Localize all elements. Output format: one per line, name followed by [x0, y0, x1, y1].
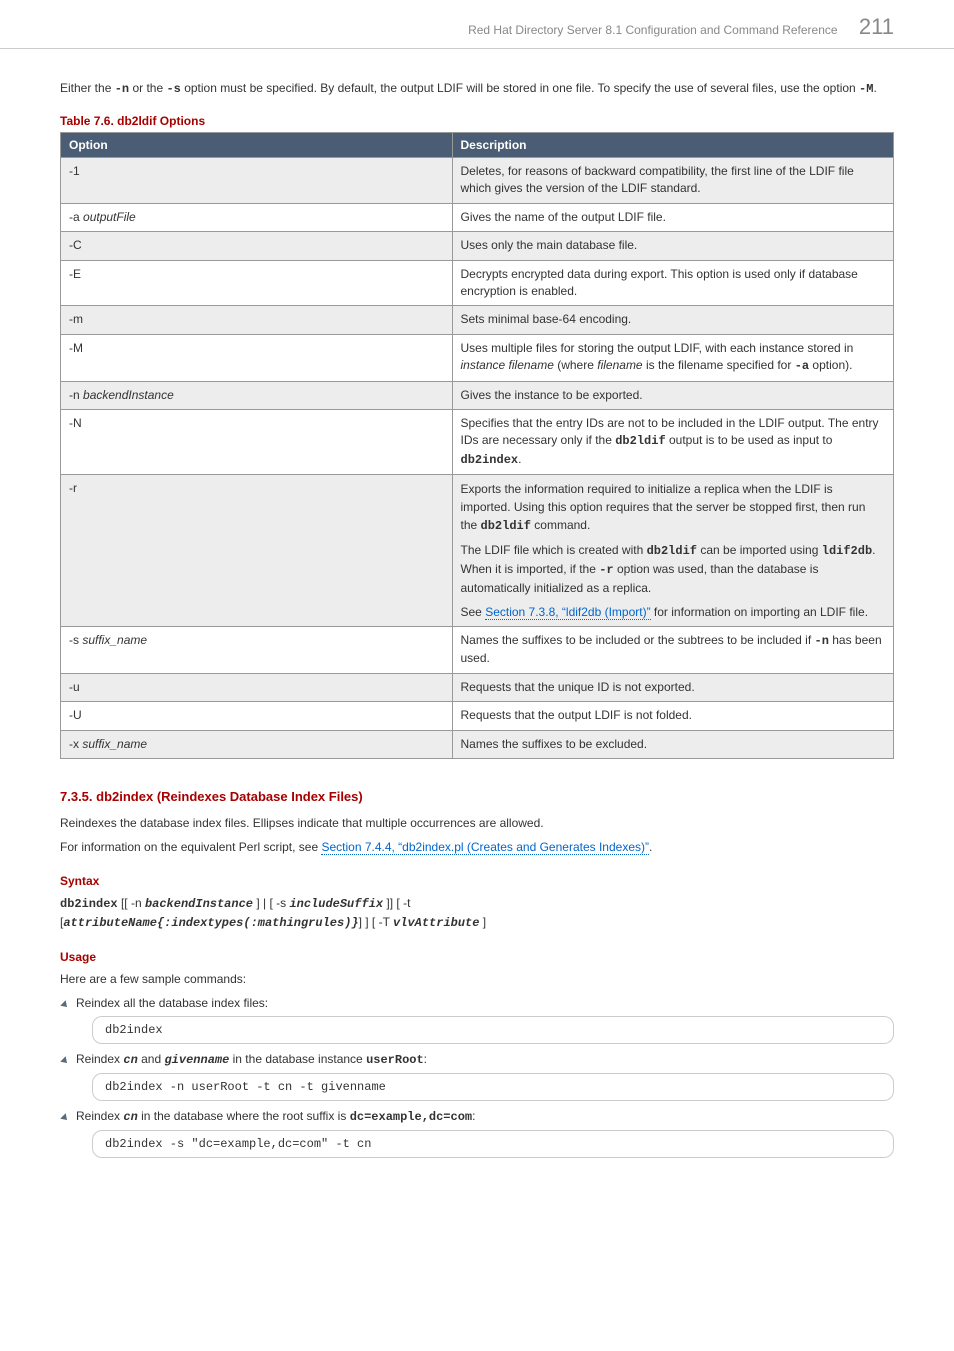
- xref-link[interactable]: Section 7.4.4, “db2index.pl (Creates and…: [321, 840, 649, 855]
- description-cell: Gives the name of the output LDIF file.: [452, 203, 894, 231]
- syntax-heading: Syntax: [60, 874, 894, 888]
- option-cell: -a outputFile: [61, 203, 453, 231]
- text: ]: [479, 915, 486, 929]
- list-item: Reindex all the database index files: db2…: [60, 996, 894, 1044]
- syntax-line: db2index [[ -n backendInstance ] | [ -s …: [60, 894, 894, 932]
- option-cell: -M: [61, 334, 453, 381]
- code-block: db2index -n userRoot -t cn -t givenname: [92, 1073, 894, 1101]
- code-block: db2index: [92, 1016, 894, 1044]
- description-cell: Uses multiple files for storing the outp…: [452, 334, 894, 381]
- option-cell: -s suffix_name: [61, 627, 453, 674]
- intro-paragraph: Either the -n or the -s option must be s…: [60, 79, 894, 98]
- opt-m: -M: [859, 82, 873, 96]
- text: ]] [ -t: [383, 896, 410, 910]
- th-option: Option: [61, 133, 453, 158]
- page-content: Either the -n or the -s option must be s…: [0, 49, 954, 1206]
- arg: vlvAttribute: [393, 916, 479, 930]
- list-item-label: Reindex cn and givenname in the database…: [76, 1052, 894, 1067]
- table-row: -uRequests that the unique ID is not exp…: [61, 673, 894, 701]
- xref-link[interactable]: Section 7.3.8, “ldif2db (Import)”: [485, 605, 650, 620]
- description-cell: Names the suffixes to be included or the…: [452, 627, 894, 674]
- table-row: -rExports the information required to in…: [61, 475, 894, 627]
- options-table: Option Description -1Deletes, for reason…: [60, 132, 894, 759]
- table-row: -1Deletes, for reasons of backward compa…: [61, 158, 894, 204]
- usage-intro: Here are a few sample commands:: [60, 970, 894, 988]
- table-row: -n backendInstanceGives the instance to …: [61, 381, 894, 409]
- code-block: db2index -s "dc=example,dc=com" -t cn: [92, 1130, 894, 1158]
- option-cell: -E: [61, 260, 453, 306]
- table-row: -x suffix_nameNames the suffixes to be e…: [61, 730, 894, 758]
- option-cell: -1: [61, 158, 453, 204]
- list-item-label: Reindex all the database index files:: [76, 996, 894, 1010]
- list-item-label: Reindex cn in the database where the roo…: [76, 1109, 894, 1124]
- text: or the: [129, 81, 166, 95]
- arg: backendInstance: [145, 897, 253, 911]
- description-cell: Requests that the unique ID is not expor…: [452, 673, 894, 701]
- page-number: 211: [859, 14, 894, 39]
- table-row: -CUses only the main database file.: [61, 232, 894, 260]
- text: option must be specified. By default, th…: [181, 81, 859, 95]
- table-header-row: Option Description: [61, 133, 894, 158]
- text: .: [649, 840, 652, 854]
- opt-s: -s: [166, 82, 180, 96]
- option-cell: -x suffix_name: [61, 730, 453, 758]
- description-cell: Requests that the output LDIF is not fol…: [452, 702, 894, 730]
- doc-title: Red Hat Directory Server 8.1 Configurati…: [468, 23, 838, 37]
- description-cell: Gives the instance to be exported.: [452, 381, 894, 409]
- text: [[ -n: [118, 896, 145, 910]
- description-cell: Decrypts encrypted data during export. T…: [452, 260, 894, 306]
- description-cell: Specifies that the entry IDs are not to …: [452, 409, 894, 474]
- th-description: Description: [452, 133, 894, 158]
- description-cell: Exports the information required to init…: [452, 475, 894, 627]
- list-item: Reindex cn and givenname in the database…: [60, 1052, 894, 1101]
- option-cell: -n backendInstance: [61, 381, 453, 409]
- section-paragraph: Reindexes the database index files. Elli…: [60, 814, 894, 832]
- usage-heading: Usage: [60, 950, 894, 964]
- description-cell: Sets minimal base-64 encoding.: [452, 306, 894, 334]
- list-item: Reindex cn in the database where the roo…: [60, 1109, 894, 1158]
- table-row: -NSpecifies that the entry IDs are not t…: [61, 409, 894, 474]
- text: ] | [ -s: [253, 896, 289, 910]
- text: ] ] [ -T: [359, 915, 393, 929]
- text: Either the: [60, 81, 115, 95]
- option-cell: -r: [61, 475, 453, 627]
- option-cell: -N: [61, 409, 453, 474]
- description-cell: Uses only the main database file.: [452, 232, 894, 260]
- option-cell: -u: [61, 673, 453, 701]
- arg: includeSuffix: [289, 897, 383, 911]
- table-title: Table 7.6. db2ldif Options: [60, 114, 894, 128]
- table-row: -mSets minimal base-64 encoding.: [61, 306, 894, 334]
- section-heading-735: 7.3.5. db2index (Reindexes Database Inde…: [60, 789, 894, 804]
- table-row: -URequests that the output LDIF is not f…: [61, 702, 894, 730]
- opt-n: -n: [115, 82, 129, 96]
- option-cell: -U: [61, 702, 453, 730]
- description-cell: Deletes, for reasons of backward compati…: [452, 158, 894, 204]
- table-row: -a outputFileGives the name of the outpu…: [61, 203, 894, 231]
- description-cell: Names the suffixes to be excluded.: [452, 730, 894, 758]
- cmd-name: db2index: [60, 897, 118, 911]
- option-cell: -C: [61, 232, 453, 260]
- text: For information on the equivalent Perl s…: [60, 840, 321, 854]
- text: .: [873, 81, 876, 95]
- usage-list: Reindex all the database index files: db2…: [60, 996, 894, 1158]
- table-row: -EDecrypts encrypted data during export.…: [61, 260, 894, 306]
- section-paragraph: For information on the equivalent Perl s…: [60, 838, 894, 856]
- table-row: -MUses multiple files for storing the ou…: [61, 334, 894, 381]
- table-row: -s suffix_nameNames the suffixes to be i…: [61, 627, 894, 674]
- option-cell: -m: [61, 306, 453, 334]
- arg: attributeName{:indextypes(:mathingrules)…: [63, 916, 358, 930]
- page-header: Red Hat Directory Server 8.1 Configurati…: [0, 0, 954, 49]
